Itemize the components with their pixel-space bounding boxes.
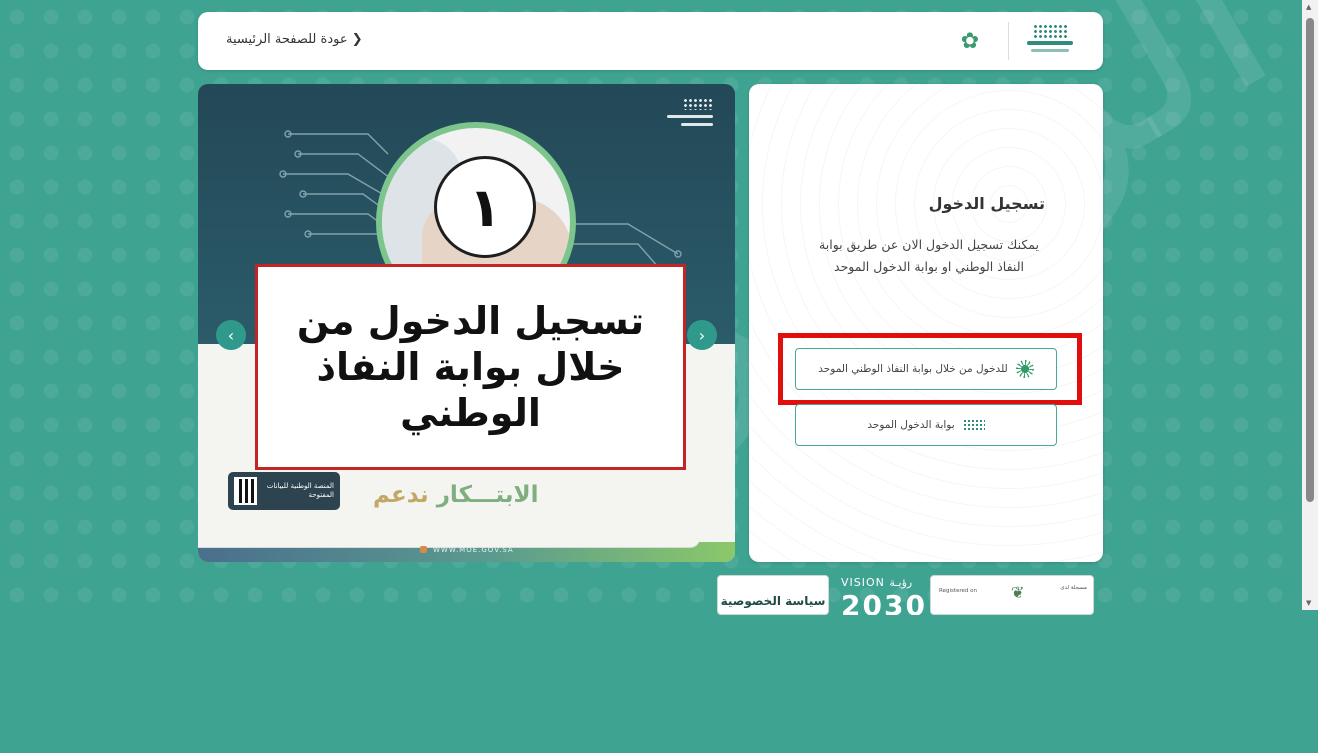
qr-code-icon: [234, 477, 258, 505]
login-title: تسجيل الدخول: [928, 194, 1045, 213]
vision-label: VISION رؤيـة: [841, 576, 913, 589]
logo-divider: [1008, 22, 1009, 60]
top-header: عودة للصفحة الرئيسية ❯ ✿: [198, 12, 1103, 70]
unified-login-button[interactable]: بوابة الدخول الموحد: [795, 404, 1057, 446]
open-data-label: المنصة الوطنية للبيانات المفتوحة: [266, 482, 334, 499]
fingerprint-pattern: [749, 84, 1103, 562]
ministry-logo: [1023, 24, 1075, 58]
registered-on-label: Registered on: [939, 588, 977, 594]
unified-gateway-icon: [962, 419, 985, 431]
vision-year: 2030: [841, 589, 927, 615]
open-data-badge: المنصة الوطنية للبيانات المفتوحة: [228, 472, 340, 510]
login-card: تسجيل الدخول يمكنك تسجيل الدخول الان عن …: [749, 84, 1103, 562]
unified-login-label: بوابة الدخول الموحد: [867, 419, 955, 431]
scrollbar-thumb[interactable]: [1306, 18, 1314, 502]
ministry-url: WWW.MOE.GOV.SA: [420, 546, 514, 554]
slide-ministry-logo: [667, 98, 713, 132]
back-to-home-link[interactable]: عودة للصفحة الرئيسية ❯: [226, 32, 363, 47]
slogan-word-support: ندعم: [373, 482, 429, 508]
step-number-badge: ١: [434, 156, 536, 258]
scroll-down-icon[interactable]: ▼: [1306, 599, 1311, 607]
scroll-up-icon[interactable]: ▲: [1306, 3, 1311, 11]
instruction-callout: تسجيل الدخول من خلال بوابة النفاذ الوطني: [255, 264, 686, 470]
login-description: يمكنك تسجيل الدخول الان عن طريق بوابة ال…: [819, 237, 1039, 274]
registry-emblem-icon: ❦: [1011, 583, 1025, 602]
image-slider: ١ تسجيل الدخول من خلال بوابة النفاذ الوط…: [198, 84, 735, 562]
slider-next-button[interactable]: ›: [687, 320, 717, 350]
highlight-frame: [778, 333, 1082, 405]
brand-logo: ✿: [960, 28, 980, 54]
vision-2030-logo: VISION رؤيـة 2030: [827, 575, 929, 615]
page-scrollbar[interactable]: ▲ ▼: [1302, 0, 1318, 610]
registered-ar-label: مسجلة لدى: [1060, 585, 1087, 591]
slogan-word-innovation: الابتـــكار: [436, 482, 539, 508]
header-logos: ✿: [946, 22, 1075, 60]
registration-badge: Registered on ❦ مسجلة لدى: [930, 575, 1094, 615]
slider-prev-button[interactable]: ‹: [216, 320, 246, 350]
privacy-policy-link[interactable]: سياسة الخصوصية: [717, 575, 829, 615]
innovation-slogan: الابتـــكار ندعم: [373, 482, 539, 508]
